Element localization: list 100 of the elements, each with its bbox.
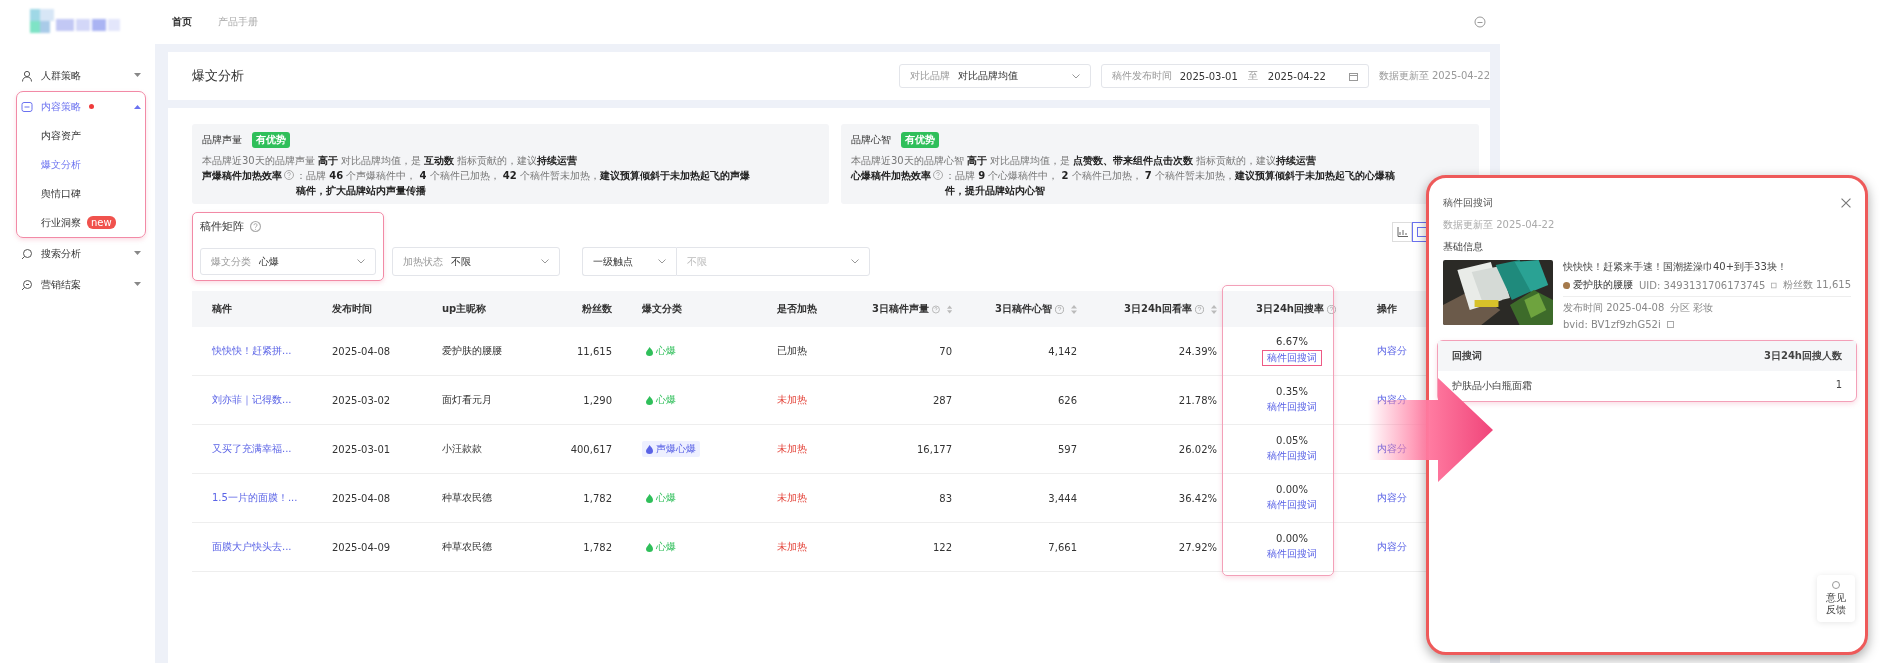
content-analysis-link[interactable]: 内容分 [1377,540,1407,554]
insight-detail-label: 声爆稿件加热效率 [202,169,282,183]
search-words-link[interactable]: 稿件回搜词 [1267,449,1317,463]
table-cell: 护肤品小白瓶面霜 [1452,379,1532,393]
article-link[interactable]: 1.5一片的面膜！... [212,491,298,505]
table-cell: 2025-04-08 [332,492,391,504]
table-cell: 287 [932,394,952,406]
table-cell: 70 [939,345,952,357]
table-cell: 24.39% [1178,345,1217,357]
heating-status: 未加热 [777,442,807,456]
caret-icon [134,73,141,78]
copy-icon[interactable] [1666,321,1674,328]
sort-icon[interactable] [1211,303,1217,315]
table-cell: 种草农民德 [442,491,492,505]
sidebar-item[interactable]: 人群策略 [21,61,141,90]
search-words-link[interactable]: 稿件回搜词 [1267,400,1317,414]
column-header: 3日稿件心智 [995,302,1052,316]
person-icon [21,69,33,82]
insight-summary: 本品牌近30天的品牌声量 高于 对比品牌均值，是 互动数 指标贡献的，建议持续运营 [202,154,579,168]
column-header: 3日24h回看率 [1124,302,1192,316]
category-select[interactable]: 爆文分类 心爆 [200,248,376,275]
help-icon [250,221,261,232]
publish-date: 发布时间 2025-04-08 [1563,301,1665,315]
sort-icon[interactable] [1071,303,1077,315]
table-cell: 2025-04-09 [332,541,391,553]
table-cell: 21.78% [1178,394,1217,406]
table-cell: 122 [932,541,952,553]
chevron-down-icon [658,259,666,264]
bvid-text: bvid: BV1zf9zhG52i [1563,319,1661,330]
table-cell: 0.35% [1276,386,1308,397]
section-title: 基础信息 [1443,240,1484,254]
author-name: 爱护肤的腰腰 [1573,278,1634,292]
sidebar-subitem[interactable]: 舆情口碑 [21,179,141,208]
content-analysis-link[interactable]: 内容分 [1377,491,1407,505]
insight-summary: 本品牌近30天的品牌心智 高于 对比品牌均值，是 点赞数、带来组件点击次数 指标贡献的，建议持续运营 [851,154,1318,168]
heating-select[interactable]: 加热状态 不限 [392,247,560,276]
new-badge: new [87,216,116,229]
insight-detail: ：品牌 9 个心爆稿件中， 2 个稿件已加热， 7 个稿件暂未加热，建议预算倾斜于未加热起飞的心爆稿件，提升品牌站内心智 [945,169,1396,198]
zone-text: 分区 彩妆 [1670,301,1714,315]
table-cell: 0.00% [1276,484,1308,495]
circle-icon[interactable] [1474,16,1486,28]
content-analysis-link[interactable]: 内容分 [1377,393,1407,407]
chevron-down-icon [541,259,549,264]
content-analysis-link[interactable]: 内容分 [1377,442,1407,456]
table-cell: 597 [1057,443,1077,455]
feedback-button[interactable]: 意见反馈 [1817,575,1855,622]
copy-icon[interactable] [1771,281,1777,289]
article-link[interactable]: 刘亦菲｜记得数... [212,393,292,407]
sidebar-subitem[interactable]: 行业洞察 new [21,208,141,237]
chevron-down-icon [1071,73,1080,79]
search-words-link[interactable]: 稿件回搜词 [1267,547,1317,561]
section-title: 稿件矩阵 [200,219,244,234]
advantage-badge: 有优势 [252,132,290,148]
insight-detail: ：品牌 46 个声爆稿件中， 4 个稿件已加热， 42 个稿件暂未加热，建议预算倾斜于未加热起飞的声爆稿件，扩大品牌站内声量传播 [296,169,751,198]
nav-tab[interactable]: 首页 [172,15,192,29]
fans-count: 粉丝数 11,615 [1782,278,1851,292]
category-tag: 声爆心爆 [642,441,700,457]
table-cell: 27.92% [1178,541,1217,553]
compare-select[interactable]: 对比品牌 对比品牌均值 [898,64,1091,88]
table-cell: 400,617 [570,443,612,455]
search-words-link[interactable]: 稿件回搜词 [1267,498,1317,512]
date-range-field[interactable]: 稿件发布时间 2025-03-01 至 2025-04-22 [1100,64,1369,88]
article-link[interactable]: 又买了充满幸福... [212,442,292,456]
video-title: 快快快！赶紧来手速！国潮搓澡巾40+到手33块！ [1563,260,1788,274]
column-header: 3日24h回搜人数 [1764,349,1842,363]
table-cell: 种草农民德 [442,540,492,554]
table-cell: 爱护肤的腰腰 [442,344,502,358]
article-link[interactable]: 快快快！赶紧拼... [212,344,292,358]
help-icon [933,170,943,180]
document-icon [21,100,33,113]
close-icon[interactable] [1841,198,1851,208]
magnifier-icon [21,278,33,291]
column-header: 粉丝数 [582,302,612,316]
sidebar-item[interactable]: 内容策略 [21,92,141,121]
chevron-down-icon [851,259,859,264]
sidebar-subitem[interactable]: 爆文分析 [21,150,141,179]
search-words-link[interactable]: 稿件回搜词 [1262,350,1322,366]
column-header: 发布时间 [332,302,372,316]
chevron-down-icon [357,259,365,264]
sidebar-subitem[interactable]: 内容资产 [21,121,141,150]
sidebar-item[interactable]: 搜索分析 [21,239,141,268]
calendar-icon [1348,71,1358,81]
table-cell: 1,782 [583,492,612,504]
chart-view-button[interactable] [1392,222,1412,242]
table-cell: 2025-04-08 [332,345,391,357]
heating-status: 已加热 [777,344,807,358]
touchpoint-select[interactable]: 一级触点 [582,247,676,276]
content-analysis-link[interactable]: 内容分 [1377,344,1407,358]
category-tag: 心爆 [642,343,680,359]
help-icon [284,170,294,180]
article-link[interactable]: 面膜大户快头去... [212,540,292,554]
sort-icon[interactable] [946,303,952,315]
table-cell: 626 [1057,394,1077,406]
table-cell-text: 1 [1835,379,1842,392]
heating-status: 未加热 [777,540,807,554]
table-cell: 1,782 [583,541,612,553]
table-cell: 6.67% [1276,336,1308,347]
sidebar-item[interactable]: 营销结案 [21,270,141,299]
category-tag: 心爆 [642,539,680,555]
table-cell: 83 [939,492,952,504]
